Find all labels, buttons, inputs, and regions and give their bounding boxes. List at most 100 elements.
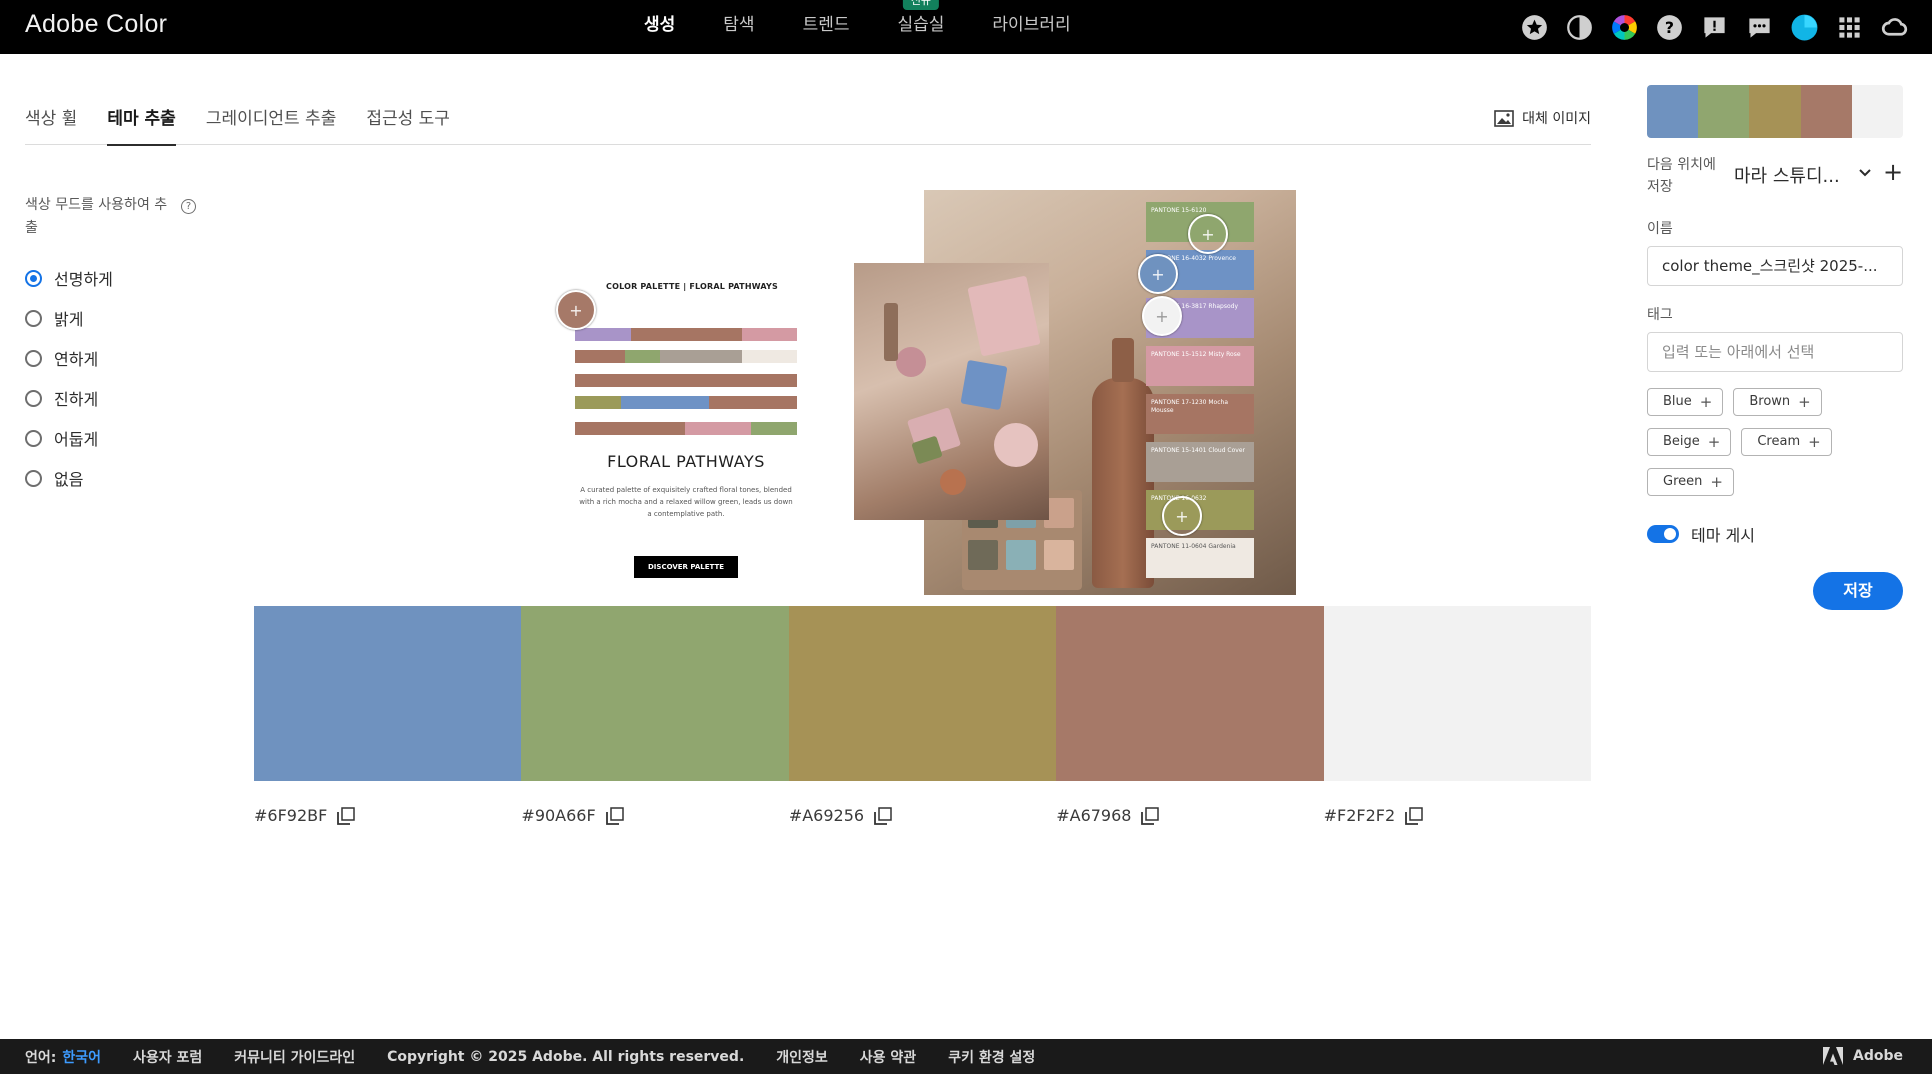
adobe-wordmark: Adobe (1853, 1048, 1903, 1064)
swatch-5[interactable] (1323, 606, 1592, 781)
replace-image-button[interactable]: 대체 이미지 (1494, 108, 1591, 128)
tab-extract-gradient[interactable]: 그레이디언트 추출 (206, 98, 337, 145)
flyer-title: COLOR PALETTE | FLORAL PATHWAYS (606, 282, 778, 291)
footer-link-terms[interactable]: 사용 약관 (860, 1047, 916, 1067)
footer-link-guidelines[interactable]: 커뮤니티 가이드라인 (234, 1047, 355, 1067)
tag-label: Blue (1663, 394, 1692, 409)
chevron-down-icon[interactable] (1858, 166, 1872, 180)
color-wheel-icon[interactable] (1609, 12, 1640, 43)
footer-link-cookies[interactable]: 쿠키 환경 설정 (948, 1047, 1035, 1067)
help-circle-icon[interactable]: ? (181, 199, 196, 214)
svg-text:?: ? (1665, 18, 1674, 37)
tag-label: Green (1663, 474, 1703, 489)
mood-dark-radio[interactable]: 어둡게 (25, 418, 205, 458)
hex-value[interactable]: #90A66F (521, 806, 595, 825)
swatch-1[interactable] (254, 606, 522, 781)
color-mood-panel: 색상 무드를 사용하여 추출 ? 선명하게 밝게 연하게 진하게 어둡게 없음 (25, 194, 205, 498)
copy-icon[interactable] (1141, 806, 1160, 825)
tag-label: Cream (1757, 434, 1801, 449)
adobe-logo[interactable]: Adobe (1823, 1047, 1903, 1065)
nav-lab-label: 실습실 (897, 15, 945, 35)
feedback-icon[interactable] (1699, 12, 1730, 43)
tab-extract-theme[interactable]: 테마 추출 (107, 98, 177, 146)
color-picker-handle[interactable]: + (1142, 296, 1182, 336)
preview-swatch (1851, 85, 1903, 138)
plus-icon: + (1808, 433, 1821, 451)
hex-value[interactable]: #A67968 (1056, 806, 1131, 825)
copy-icon[interactable] (337, 806, 356, 825)
footer-link-privacy[interactable]: 개인정보 (776, 1047, 828, 1067)
nav-libraries[interactable]: 라이브러리 (968, 0, 1094, 54)
star-icon[interactable] (1519, 12, 1550, 43)
flyer-button: DISCOVER PALETTE (634, 556, 738, 578)
mood-none-radio[interactable]: 없음 (25, 458, 205, 498)
footer-link-forum[interactable]: 사용자 포럼 (133, 1047, 202, 1067)
nav-libraries-label: 라이브러리 (992, 15, 1071, 35)
app-title[interactable]: Adobe Color (25, 10, 167, 39)
radio-dot (25, 429, 42, 447)
radio-dot (25, 349, 42, 367)
replace-image-label: 대체 이미지 (1522, 111, 1591, 127)
app-root: Adobe Color 생성 탐색 트렌드 신규 실습실 라이브러리 ? 색상 … (0, 0, 1932, 1074)
tag-brown[interactable]: Brown + (1733, 388, 1822, 416)
tag-green[interactable]: Green + (1647, 468, 1734, 496)
top-icons: ? (1519, 12, 1910, 43)
hex-value[interactable]: #A69256 (789, 806, 864, 825)
source-image: COLOR PALETTE | FLORAL PATHWAYS FLORAL P… (548, 190, 1296, 595)
tag-blue[interactable]: Blue + (1647, 388, 1724, 416)
nav-trends[interactable]: 트렌드 (779, 0, 874, 54)
name-label: 이름 (1647, 221, 1673, 237)
hex-value[interactable]: #F2F2F2 (1324, 806, 1396, 825)
save-location: 다음 위치에 저장 마라 스튜디... + (1647, 154, 1903, 200)
mood-colorful-radio[interactable]: 선명하게 (25, 258, 205, 298)
nav-explore-label: 탐색 (723, 15, 755, 35)
footer-copyright: Copyright © 2025 Adobe. All rights reser… (387, 1048, 745, 1065)
preview-swatch (1800, 85, 1852, 138)
nav-create[interactable]: 생성 (620, 0, 699, 54)
mood-option-label: 어둡게 (54, 430, 99, 449)
publish-toggle[interactable] (1647, 525, 1679, 543)
color-picker-handle[interactable]: + (1162, 496, 1202, 536)
color-mood-label: 색상 무드를 사용하여 추출 (25, 197, 168, 236)
color-picker-handle[interactable]: + (1138, 254, 1178, 294)
pantone-card: PANTONE 15-1401 Cloud Cover (1146, 442, 1254, 482)
copy-icon[interactable] (1405, 806, 1423, 825)
preview-swatch (1749, 85, 1801, 138)
mood-deep-radio[interactable]: 진하게 (25, 378, 205, 418)
tab-color-wheel[interactable]: 색상 휠 (25, 98, 77, 145)
add-library-icon[interactable]: + (1883, 159, 1903, 185)
copy-icon[interactable] (874, 806, 892, 825)
footer: 언어: 한국어 사용자 포럼 커뮤니티 가이드라인 Copyright © 20… (0, 1039, 1932, 1074)
color-picker-handle[interactable]: + (556, 290, 596, 330)
color-picker-handle[interactable]: + (1188, 214, 1228, 254)
mood-muted-radio[interactable]: 연하게 (25, 338, 205, 378)
tag-cream[interactable]: Cream + (1741, 428, 1832, 456)
contrast-icon[interactable] (1564, 12, 1595, 43)
apps-grid-icon[interactable] (1834, 12, 1865, 43)
tab-accessibility-tools[interactable]: 접근성 도구 (366, 98, 450, 145)
chat-icon[interactable] (1744, 12, 1775, 43)
theme-preview (1647, 85, 1903, 138)
swatch-3[interactable] (788, 606, 1057, 781)
help-icon[interactable]: ? (1654, 12, 1685, 43)
avatar-icon[interactable] (1789, 12, 1820, 43)
swatch-4[interactable] (1056, 606, 1324, 781)
library-select[interactable]: 마라 스튜디... (1734, 162, 1840, 188)
tag-beige[interactable]: Beige + (1647, 428, 1732, 456)
nav-explore[interactable]: 탐색 (699, 0, 778, 54)
mood-bright-radio[interactable]: 밝게 (25, 298, 205, 338)
copy-icon[interactable] (605, 806, 624, 825)
theme-name-input[interactable]: color theme_스크린샷 2025-... (1647, 246, 1903, 286)
hex-value[interactable]: #6F92BF (254, 806, 327, 825)
swatch-2[interactable] (521, 606, 789, 781)
palette-stripe (575, 396, 797, 409)
nav-lab[interactable]: 신규 실습실 (873, 0, 968, 54)
nav-trends-label: 트렌드 (802, 15, 850, 35)
language-select[interactable]: 한국어 (62, 1047, 101, 1067)
tags-input[interactable] (1647, 332, 1903, 372)
extract-tabs: 색상 휠 테마 추출 그레이디언트 추출 접근성 도구 대체 이미지 (25, 98, 1591, 146)
publish-row: 테마 게시 (1647, 522, 1903, 546)
hex-item: #90A66F (521, 806, 788, 825)
save-button[interactable]: 저장 (1813, 572, 1903, 610)
creative-cloud-icon[interactable] (1879, 12, 1910, 43)
